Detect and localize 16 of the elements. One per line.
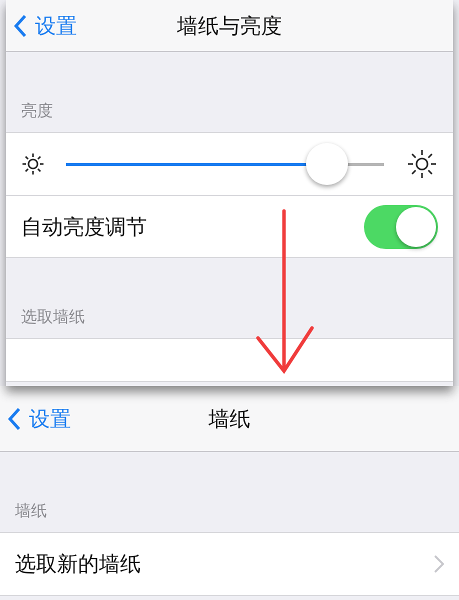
list-item[interactable]: 选取新的墙纸 [0,533,459,595]
setting-label: 自动亮度调节 [21,214,148,240]
section-header: 选取墙纸 [21,307,85,328]
back-button[interactable]: 设置 [6,10,83,40]
screen-title: 墙纸 [208,406,250,430]
toggle-switch[interactable] [364,204,438,248]
back-button[interactable]: 设置 [0,404,77,434]
large-sun-icon [406,148,438,180]
back-chevron-icon [8,406,21,430]
slider-thumb[interactable] [306,142,348,184]
screen-title: 墙纸与亮度 [177,14,282,38]
chevron-right-icon [434,555,444,573]
back-chevron-icon [14,14,27,38]
section-header: 墙纸 [15,501,47,522]
small-sun-icon [21,152,45,176]
section-header: 亮度 [21,101,53,122]
